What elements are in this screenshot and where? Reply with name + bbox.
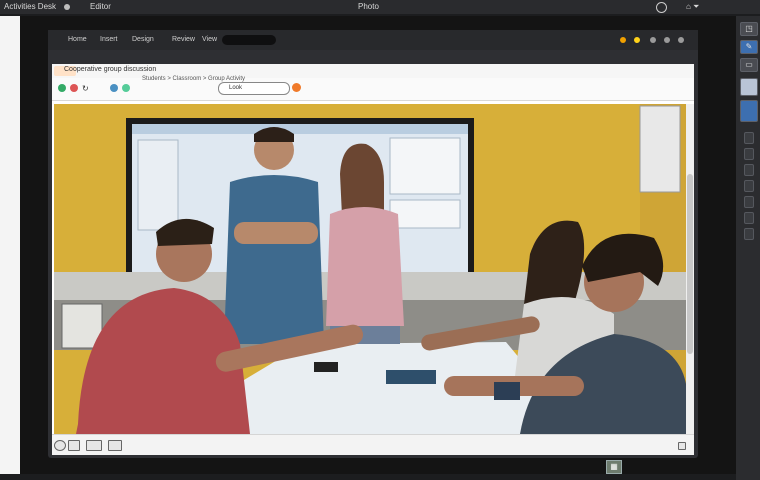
tool-icon[interactable] [744,148,754,160]
zoom-icon[interactable] [54,440,66,451]
url-input[interactable]: Look [218,82,290,95]
status-dot-icon[interactable] [620,37,626,43]
layout-icon[interactable] [108,440,122,451]
toolbar-item-insert[interactable]: Insert [100,36,118,43]
shape-icon[interactable]: ▭ [740,58,758,72]
scrollbar-track[interactable] [686,104,694,434]
lock-icon[interactable] [678,442,686,450]
page-icon[interactable] [68,440,80,451]
status-dot-icon[interactable] [678,37,684,43]
status-dot-icon[interactable] [634,37,640,43]
classroom-photo [54,104,686,434]
home-icon[interactable] [110,84,118,92]
window-toolbar: Home Insert Design Review View [48,30,698,50]
status-dot-icon[interactable] [664,37,670,43]
poster-icon [639,105,681,193]
image-viewport [54,104,686,434]
content-panel: Cooperative group discussion ↻ Students … [52,64,694,455]
system-menubar: Activities Desk Editor Photo ⌂ ⏷ [0,0,760,14]
nav-row: ↻ Students > Classroom > Group Activity … [52,76,694,101]
action-icon[interactable] [292,83,301,92]
tool-icon[interactable] [744,212,754,224]
window-controls[interactable]: ⌂ ⏷ [686,0,699,14]
dock-app-icon[interactable]: ▦ [606,460,622,474]
slide-icon[interactable] [86,440,102,451]
back-icon[interactable] [58,84,66,92]
toolbar-item-view[interactable]: View [202,36,217,43]
scrollbar-thumb[interactable] [687,174,693,354]
toolbar-item-review[interactable]: Review [172,36,195,43]
tool-icon[interactable] [744,132,754,144]
tool-icon[interactable] [744,196,754,208]
toolbar-item-home[interactable]: Home [68,36,87,43]
menubar-center-label: Photo [358,2,379,11]
right-toolbar: ◳ ✎ ▭ [736,16,760,480]
menubar-app-label[interactable]: Editor [90,0,111,14]
photo-icon[interactable] [740,100,758,122]
tool-icon[interactable] [744,164,754,176]
tool-icon[interactable] [744,180,754,192]
tab-title[interactable]: Cooperative group discussion [64,66,156,73]
search-pill[interactable] [222,35,276,45]
globe-icon[interactable] [122,84,130,92]
forward-icon[interactable] [70,84,78,92]
menubar-left-label[interactable]: Activities Desk [4,0,56,14]
tool-icon[interactable] [744,228,754,240]
record-icon [64,4,70,10]
status-bar [52,434,694,455]
editor-window: Home Insert Design Review View Cooperati… [48,30,698,458]
left-panel-strip [0,16,20,474]
power-icon[interactable] [656,2,667,13]
toolbar-item-design[interactable]: Design [132,36,154,43]
layers-icon[interactable]: ◳ [740,22,758,36]
image-icon[interactable] [740,78,758,96]
status-dot-icon[interactable] [650,37,656,43]
refresh-icon[interactable]: ↻ [82,84,89,93]
pen-icon[interactable]: ✎ [740,40,758,54]
